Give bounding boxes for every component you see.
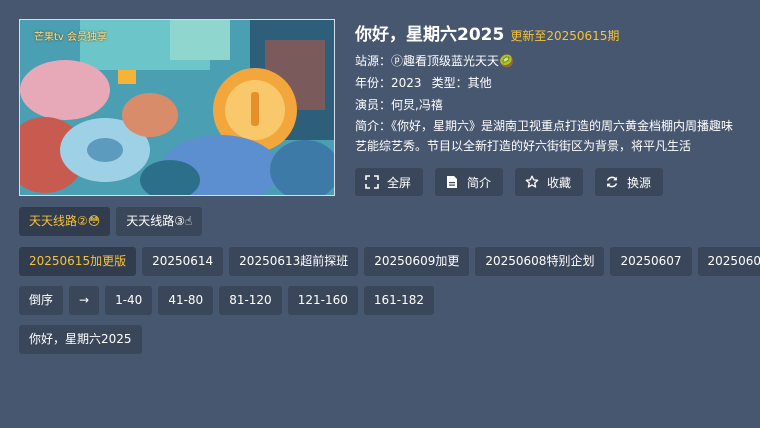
range-button[interactable]: 1-40	[105, 286, 153, 315]
fullscreen-label: 全屏	[387, 175, 412, 190]
episode-pager: 倒序 → 1-40 41-80 81-120 121-160 161-182	[19, 286, 440, 315]
related-item[interactable]: 你好，星期六2025	[19, 325, 142, 354]
update-status: 更新至20250615期	[510, 29, 620, 43]
episode-item[interactable]: 20250606加更	[697, 247, 760, 276]
episode-item[interactable]: 20250607	[610, 247, 692, 276]
range-button[interactable]: 121-160	[287, 286, 358, 315]
info-panel: 你好，星期六2025 更新至20250615期 站源：ⓟ趣看顶级蓝光天天🥝 年份…	[355, 20, 755, 156]
type-label: 类型：	[431, 76, 468, 90]
range-button[interactable]: 41-80	[158, 286, 214, 315]
cast-line: 演员：何炅,冯禧	[355, 98, 755, 113]
cast-value: 何炅,冯禧	[391, 98, 443, 112]
year-type-line: 年份：2023 类型：其他	[355, 76, 755, 91]
poster-image: 芒果tv 会员独享	[19, 19, 335, 196]
episode-item[interactable]: 20250613超前探班	[229, 247, 359, 276]
range-button[interactable]: 161-182	[363, 286, 434, 315]
line-tabs: 天天线路②😳 天天线路③☝	[19, 207, 208, 236]
document-icon	[445, 175, 459, 189]
switch-source-label: 换源	[627, 175, 652, 190]
star-icon	[525, 175, 539, 189]
poster-artwork	[20, 20, 334, 195]
episode-item[interactable]: 20250609加更	[364, 247, 470, 276]
sort-order-button[interactable]: 倒序	[19, 286, 64, 315]
line-tab-2[interactable]: 天天线路②😳	[19, 207, 111, 236]
favorite-label: 收藏	[547, 175, 572, 190]
detail-screen: 芒果tv 会员独享 你好，星期六2025 更新至20250615期 站源：ⓟ趣看…	[0, 0, 760, 428]
source-line: 站源：ⓟ趣看顶级蓝光天天🥝	[355, 54, 755, 69]
year-value: 2023	[391, 76, 422, 90]
intro-text: 简介：《你好，星期六》是湖南卫视重点打造的周六黄金档棚内周播趣味艺能综艺秀。节目…	[355, 116, 745, 156]
poster-logo: 芒果tv 会员独享	[34, 32, 108, 43]
source-value: ⓟ趣看顶级蓝光天天🥝	[391, 54, 514, 68]
line-tab-3[interactable]: 天天线路③☝	[116, 207, 203, 236]
episode-item[interactable]: 20250615加更版	[19, 247, 137, 276]
video-title: 你好，星期六2025	[355, 25, 505, 45]
range-button[interactable]: 81-120	[219, 286, 282, 315]
title-row: 你好，星期六2025 更新至20250615期	[355, 20, 755, 45]
episode-item[interactable]: 20250608特别企划	[475, 247, 605, 276]
episode-list: 20250615加更版 20250614 20250613超前探班 202506…	[19, 247, 760, 276]
fullscreen-icon	[365, 175, 379, 189]
intro-label: 简介：	[355, 119, 392, 133]
year-label: 年份：	[355, 76, 392, 90]
switch-source-button[interactable]: 换源	[595, 168, 664, 196]
cast-label: 演员：	[355, 98, 392, 112]
episode-item[interactable]: 20250614	[142, 247, 224, 276]
source-label: 站源：	[355, 54, 392, 68]
intro-button-label: 简介	[467, 175, 492, 190]
related-list: 你好，星期六2025	[19, 325, 148, 354]
intro-button[interactable]: 简介	[435, 168, 504, 196]
arrow-right-icon[interactable]: →	[69, 286, 100, 315]
favorite-button[interactable]: 收藏	[515, 168, 584, 196]
fullscreen-button[interactable]: 全屏	[355, 168, 424, 196]
action-bar: 全屏 简介 收藏 换源	[355, 168, 675, 196]
type-value: 其他	[467, 76, 492, 90]
intro-body: 《你好，星期六》是湖南卫视重点打造的周六黄金档棚内周播趣味艺能综艺秀。节目以全新…	[355, 119, 734, 153]
refresh-icon	[605, 175, 619, 189]
